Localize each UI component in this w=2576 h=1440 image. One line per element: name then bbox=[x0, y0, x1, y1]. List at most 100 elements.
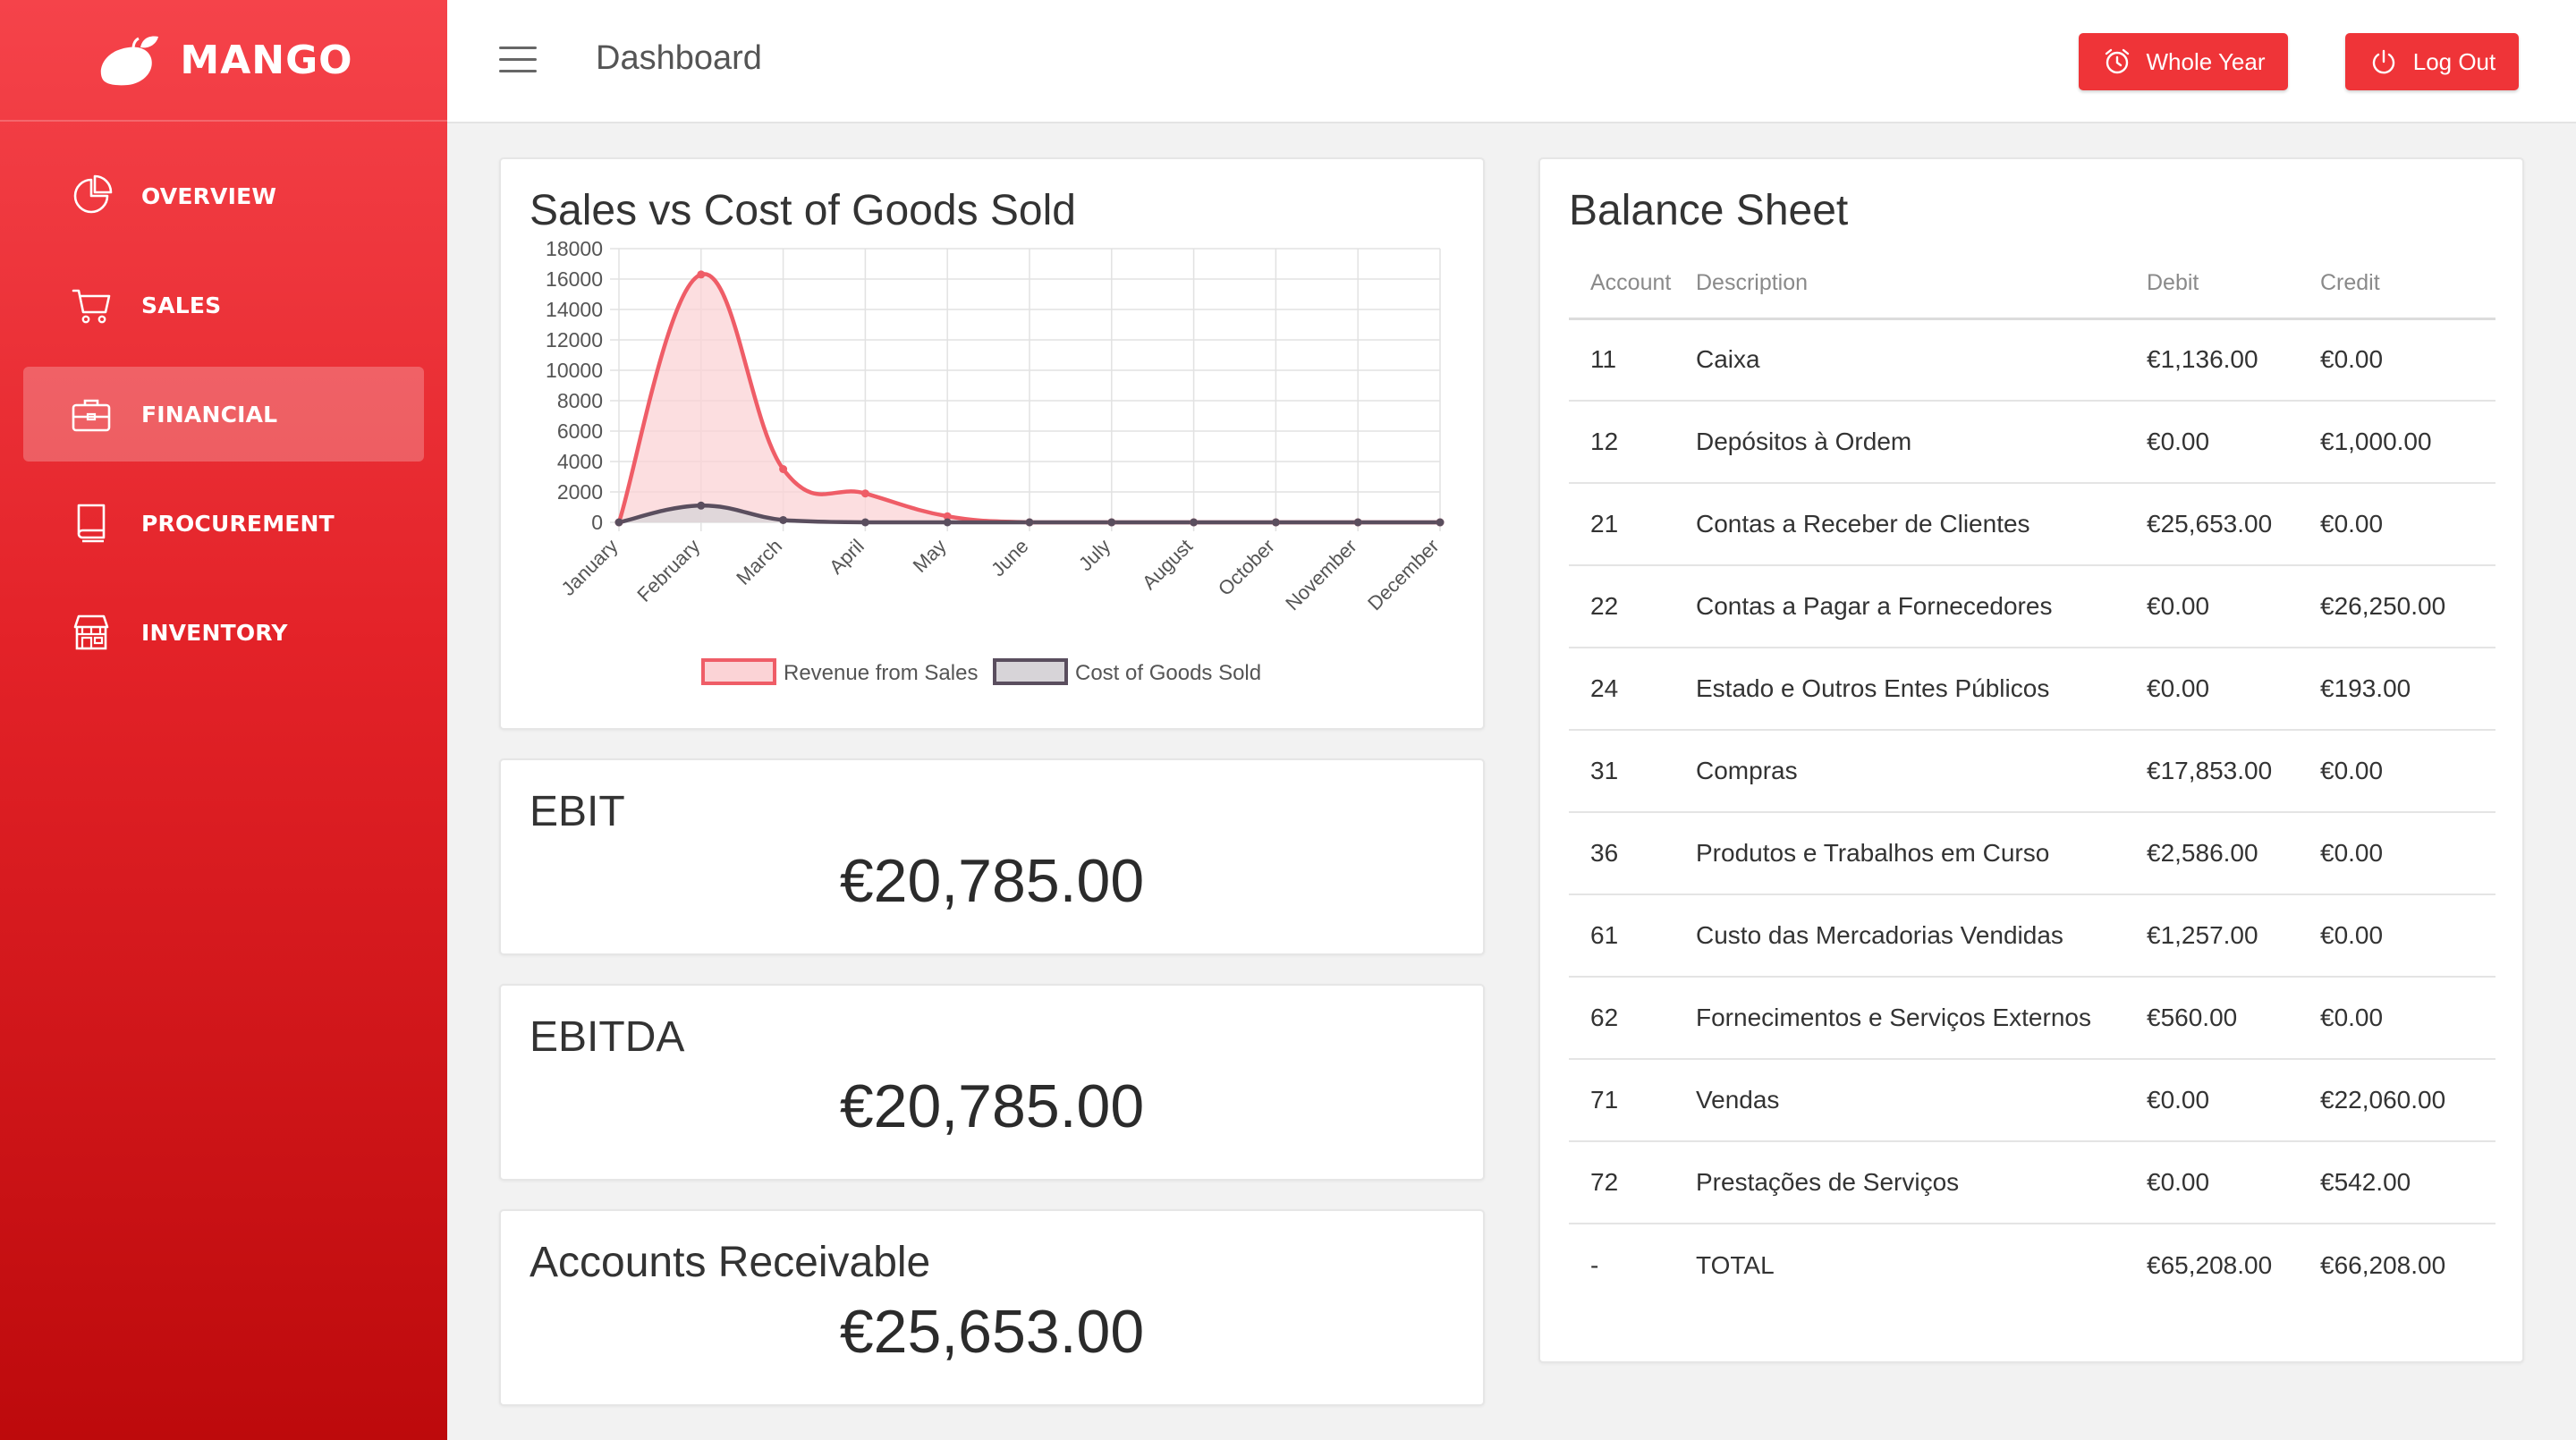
sidebar-item-inventory[interactable]: INVENTORY bbox=[23, 585, 424, 680]
y-tick-label: 14000 bbox=[546, 298, 603, 321]
column-header-credit[interactable]: Credit bbox=[2320, 249, 2496, 320]
account-cell: 62 bbox=[1569, 977, 1696, 1060]
debit-cell: €1,257.00 bbox=[2147, 894, 2320, 978]
y-tick-label: 4000 bbox=[557, 450, 603, 473]
book-icon bbox=[77, 504, 106, 543]
debit-cell: €0.00 bbox=[2147, 1141, 2320, 1224]
description-cell: Caixa bbox=[1696, 318, 2147, 402]
description-cell: Compras bbox=[1696, 730, 2147, 813]
account-cell: 12 bbox=[1569, 401, 1696, 484]
menu-toggle-icon[interactable] bbox=[499, 47, 537, 75]
ebit-label: EBIT bbox=[530, 788, 625, 835]
page-title: Dashboard bbox=[596, 39, 762, 77]
description-cell: Estado e Outros Entes Públicos bbox=[1696, 648, 2147, 731]
accounts-receivable-label: Accounts Receivable bbox=[530, 1239, 931, 1286]
alarm-clock-icon bbox=[2105, 48, 2129, 74]
table-row: 11 Caixa €1,136.00 €0.00 bbox=[1569, 318, 2496, 402]
mango-logo-icon bbox=[101, 36, 159, 86]
x-tick-label: November bbox=[1281, 535, 1360, 614]
x-tick-label: July bbox=[1074, 535, 1114, 575]
ebitda-card: EBITDA €20,785.00 bbox=[499, 984, 1485, 1181]
credit-cell: €0.00 bbox=[2320, 894, 2496, 978]
legend-swatch-cogs bbox=[993, 658, 1068, 685]
y-tick-label: 10000 bbox=[546, 359, 603, 382]
credit-cell: €22,060.00 bbox=[2320, 1059, 2496, 1142]
account-cell: 61 bbox=[1569, 894, 1696, 978]
description-cell: Depósitos à Ordem bbox=[1696, 401, 2147, 484]
debit-cell: €65,208.00 bbox=[2147, 1250, 2273, 1279]
sidebar-item-label: SALES bbox=[141, 292, 222, 318]
legend-label-revenue: Revenue from Sales bbox=[784, 661, 978, 685]
brand[interactable]: MANGO bbox=[0, 0, 447, 122]
sidebar-item-procurement[interactable]: PROCUREMENT bbox=[23, 476, 424, 571]
top-bar: Dashboard Whole Year Log Out bbox=[447, 0, 2576, 123]
credit-cell: €1,000.00 bbox=[2320, 401, 2496, 484]
description-cell: Produtos e Trabalhos em Curso bbox=[1696, 812, 2147, 895]
y-tick-label: 18000 bbox=[546, 237, 603, 260]
x-tick-label: April bbox=[825, 535, 869, 579]
x-tick-label: May bbox=[909, 535, 951, 577]
description-cell: Custo das Mercadorias Vendidas bbox=[1696, 894, 2147, 978]
account-cell: 11 bbox=[1569, 318, 1696, 402]
account-cell: 31 bbox=[1569, 730, 1696, 813]
table-row: 62 Fornecimentos e Serviços Externos €560.… bbox=[1569, 977, 2496, 1060]
account-cell: 21 bbox=[1569, 483, 1696, 566]
cogs-point bbox=[1271, 518, 1280, 527]
ebitda-label: EBITDA bbox=[530, 1013, 685, 1061]
credit-cell: €542.00 bbox=[2320, 1141, 2496, 1224]
y-tick-label: 2000 bbox=[557, 480, 603, 504]
description-cell: Contas a Pagar a Fornecedores bbox=[1696, 565, 2147, 648]
debit-cell: €25,653.00 bbox=[2147, 483, 2320, 566]
credit-cell: €193.00 bbox=[2320, 648, 2496, 731]
cogs-point bbox=[1025, 518, 1034, 527]
sidebar-item-overview[interactable]: OVERVIEW bbox=[23, 148, 424, 243]
credit-cell: €0.00 bbox=[2320, 977, 2496, 1060]
description-cell: Prestações de Serviços bbox=[1696, 1141, 2147, 1224]
pie-chart-icon bbox=[73, 174, 113, 214]
log-out-label: Log Out bbox=[2412, 47, 2496, 75]
account-cell: 24 bbox=[1569, 648, 1696, 731]
credit-cell: €66,208.00 bbox=[2320, 1250, 2446, 1279]
cogs-point bbox=[779, 515, 788, 524]
sidebar-item-sales[interactable]: SALES bbox=[23, 258, 424, 352]
y-tick-label: 16000 bbox=[546, 267, 603, 291]
account-cell: - bbox=[1590, 1250, 1599, 1279]
table-row: 12 Depósitos à Ordem €0.00 €1,000.00 bbox=[1569, 401, 2496, 484]
table-row: 22 Contas a Pagar a Fornecedores €0.00 €26,… bbox=[1569, 565, 2496, 648]
credit-cell: €26,250.00 bbox=[2320, 565, 2496, 648]
whole-year-button[interactable]: Whole Year bbox=[2079, 33, 2288, 90]
y-tick-label: 6000 bbox=[557, 419, 603, 443]
x-tick-label: February bbox=[632, 535, 704, 606]
y-tick-label: 0 bbox=[591, 511, 603, 534]
cogs-point bbox=[1107, 518, 1116, 527]
cogs-point bbox=[1353, 518, 1362, 527]
table-row: 61 Custo das Mercadorias Vendidas €1,257.0… bbox=[1569, 894, 2496, 978]
table-row: 36 Produtos e Trabalhos em Curso €2,586.00… bbox=[1569, 812, 2496, 895]
table-row: - TOTAL €65,208.00 €66,208.00 bbox=[1569, 1224, 2496, 1306]
column-header-debit[interactable]: Debit bbox=[2147, 249, 2320, 320]
y-tick-label: 12000 bbox=[546, 328, 603, 352]
revenue-point bbox=[697, 270, 706, 279]
sidebar-item-financial[interactable]: FINANCIAL bbox=[23, 367, 424, 462]
store-icon bbox=[73, 614, 109, 650]
cogs-point bbox=[1190, 518, 1199, 527]
description-cell: Vendas bbox=[1696, 1059, 2147, 1142]
revenue-point bbox=[860, 489, 869, 498]
cogs-point bbox=[943, 518, 952, 527]
x-tick-label: March bbox=[732, 535, 786, 589]
balance-sheet-table: Account Description Debit Credit 11 Caixa… bbox=[1569, 249, 2496, 1306]
sales-vs-cogs-card: Sales vs Cost of Goods Sold 0 2000 4000 600… bbox=[499, 157, 1485, 730]
table-row: 21 Contas a Receber de Clientes €25,653.00… bbox=[1569, 483, 2496, 566]
credit-cell: €0.00 bbox=[2320, 318, 2496, 402]
log-out-button[interactable]: Log Out bbox=[2345, 33, 2519, 90]
sidebar: MANGO OVERVIEW SALES FINANCIAL PROCUREMENT I… bbox=[0, 0, 447, 1440]
cart-icon bbox=[72, 289, 111, 324]
ebitda-value: €20,785.00 bbox=[839, 1072, 1145, 1140]
debit-cell: €1,136.00 bbox=[2147, 318, 2320, 402]
description-cell: TOTAL bbox=[1696, 1250, 1775, 1279]
column-header-account[interactable]: Account bbox=[1569, 249, 1696, 320]
credit-cell: €0.00 bbox=[2320, 483, 2496, 566]
accounts-receivable-value: €25,653.00 bbox=[839, 1298, 1145, 1366]
column-header-description[interactable]: Description bbox=[1696, 249, 2147, 320]
cogs-point bbox=[614, 518, 623, 527]
